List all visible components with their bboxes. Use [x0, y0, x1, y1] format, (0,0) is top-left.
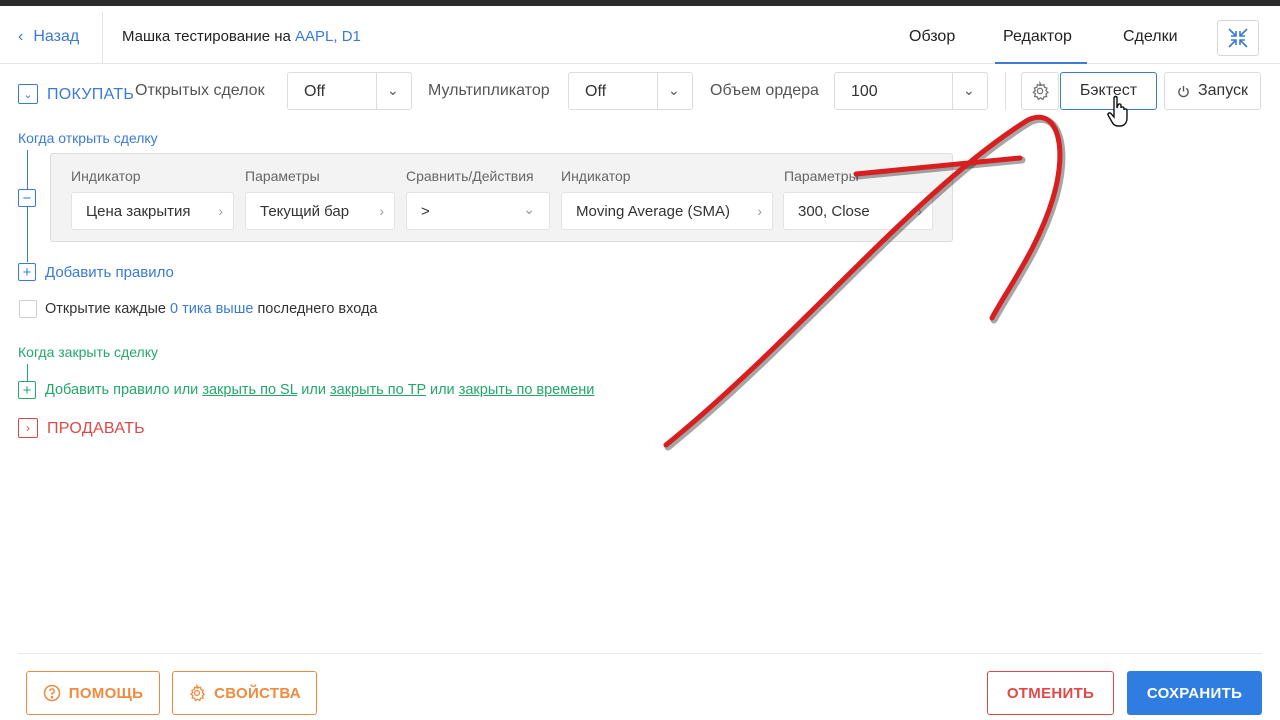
close-by-sl-link[interactable]: закрыть по SL [202, 382, 297, 398]
minus-icon: − [22, 189, 32, 207]
multiplier-label: Мультипликатор [428, 82, 550, 99]
properties-button[interactable]: СВОЙСТВА [172, 671, 317, 715]
indicator-1-chip[interactable]: Цена закрытия › [71, 192, 234, 230]
back-link[interactable]: ‹ Назад [18, 28, 79, 46]
backtest-button[interactable]: Бэктест [1060, 72, 1157, 110]
indicator-2-value: Moving Average (SMA) [576, 203, 730, 220]
open-trades-select[interactable]: Off ⌄ [287, 72, 412, 110]
add-open-rule-link[interactable]: Добавить правило [45, 264, 174, 281]
tab-editor[interactable]: Редактор [1003, 28, 1072, 46]
tab-deals[interactable]: Сделки [1123, 28, 1178, 46]
params-1-value: Текущий бар [260, 203, 350, 220]
chevron-left-icon: ‹ [18, 28, 24, 45]
column-header-indicator-2: Индикатор [561, 168, 631, 184]
or-text: или [430, 382, 455, 398]
close-by-time-link[interactable]: закрыть по времени [459, 382, 595, 398]
properties-label: СВОЙСТВА [214, 684, 301, 702]
cancel-button[interactable]: ОТМЕНИТЬ [987, 671, 1114, 715]
chevron-right-icon: › [757, 203, 762, 219]
help-label: ПОМОЩЬ [68, 684, 144, 702]
toolbar-divider [1005, 72, 1006, 110]
help-icon [43, 684, 60, 702]
launch-label: Запуск [1197, 82, 1249, 99]
collapse-button[interactable] [1217, 20, 1259, 56]
active-tab-indicator [995, 62, 1087, 64]
launch-button[interactable]: Запуск [1164, 72, 1261, 110]
title-prefix: Машка тестирование на [122, 28, 296, 45]
multiplier-value: Off [585, 83, 607, 100]
save-button[interactable]: СОХРАНИТЬ [1127, 671, 1262, 715]
column-header-params: Параметры [245, 168, 320, 184]
order-volume-label: Объем ордера [710, 82, 819, 99]
column-header-compare: Сравнить/Действия [406, 168, 534, 184]
open-rule-card: Индикатор Параметры Сравнить/Действия Ин… [50, 153, 953, 242]
sell-label[interactable]: ПРОДАВАТЬ [47, 420, 145, 438]
power-icon [1178, 85, 1189, 97]
add-close-rule-link[interactable]: Добавить правило [45, 382, 170, 398]
repeat-entry-text: Открытие каждые 0 тика выше последнего в… [45, 301, 377, 317]
page-title: Машка тестирование на AAPL, D1 [122, 28, 361, 45]
open-section-title: Когда открыть сделку [18, 130, 158, 146]
tick-suffix: последнего входа [257, 301, 378, 317]
open-trades-value: Off [304, 83, 326, 100]
order-volume-value: 100 [851, 83, 878, 100]
chevron-right-icon: › [26, 421, 30, 435]
sell-expand-toggle[interactable]: › [18, 418, 38, 438]
collapse-rule-button[interactable]: − [18, 189, 36, 207]
collapse-icon [1228, 28, 1248, 48]
help-button[interactable]: ПОМОЩЬ [26, 671, 160, 715]
select-divider [952, 73, 953, 109]
column-header-params-2: Параметры [784, 168, 859, 184]
header: ‹ Назад Машка тестирование на AAPL, D1 О… [0, 6, 1280, 64]
chevron-down-icon: ⌄ [523, 201, 535, 217]
params-1-chip[interactable]: Текущий бар › [245, 192, 395, 230]
params-2-chip[interactable]: 300, Close › [783, 192, 933, 230]
open-trades-label: Открытых сделок [135, 82, 265, 99]
chevron-down-icon: ⌄ [668, 82, 680, 98]
or-text: или [173, 382, 199, 398]
indicator-1-value: Цена закрытия [86, 203, 191, 220]
chevron-right-icon: › [379, 203, 384, 219]
select-divider [376, 73, 377, 109]
cancel-label: ОТМЕНИТЬ [1006, 684, 1095, 702]
plus-icon: + [22, 381, 32, 399]
gear-icon [1032, 81, 1049, 101]
settings-button[interactable] [1021, 72, 1059, 110]
multiplier-select[interactable]: Off ⌄ [568, 72, 693, 110]
params-2-value: 300, Close [798, 203, 870, 220]
close-rule-actions: Добавить правило или закрыть по SL или з… [45, 382, 594, 398]
indicator-2-chip[interactable]: Moving Average (SMA) › [561, 192, 773, 230]
add-close-rule-button[interactable]: + [18, 381, 36, 399]
buy-label[interactable]: ПОКУПАТЬ [47, 86, 134, 104]
close-by-tp-link[interactable]: закрыть по TP [330, 382, 426, 398]
order-volume-select[interactable]: 100 ⌄ [834, 72, 988, 110]
tick-prefix: Открытие каждые [45, 301, 166, 317]
or-text: или [301, 382, 326, 398]
select-divider [657, 73, 658, 109]
tree-connector [27, 364, 28, 382]
back-label: Назад [33, 28, 80, 45]
repeat-entry-checkbox[interactable] [19, 300, 37, 318]
chevron-right-icon: › [917, 203, 922, 219]
tick-link[interactable]: 0 тика выше [170, 301, 253, 317]
header-divider [102, 12, 103, 64]
compare-select[interactable]: > ⌄ [406, 192, 550, 230]
compare-value: > [421, 203, 430, 220]
save-label: СОХРАНИТЬ [1146, 684, 1243, 702]
tab-overview[interactable]: Обзор [909, 28, 955, 46]
close-section-title: Когда закрыть сделку [18, 344, 158, 360]
column-header-indicator: Индикатор [71, 168, 141, 184]
gear-icon [190, 684, 206, 702]
backtest-label: Бэктест [1079, 82, 1138, 99]
plus-icon: + [22, 263, 32, 281]
chevron-down-icon: ⌄ [963, 82, 975, 98]
title-symbol[interactable]: AAPL, D1 [295, 28, 361, 45]
chevron-down-icon: ⌄ [23, 88, 33, 101]
chevron-right-icon: › [218, 203, 223, 219]
footer-divider [18, 653, 1262, 654]
add-open-rule-button[interactable]: + [18, 263, 36, 281]
chevron-down-icon: ⌄ [387, 82, 399, 98]
buy-expand-toggle[interactable]: ⌄ [18, 84, 38, 104]
